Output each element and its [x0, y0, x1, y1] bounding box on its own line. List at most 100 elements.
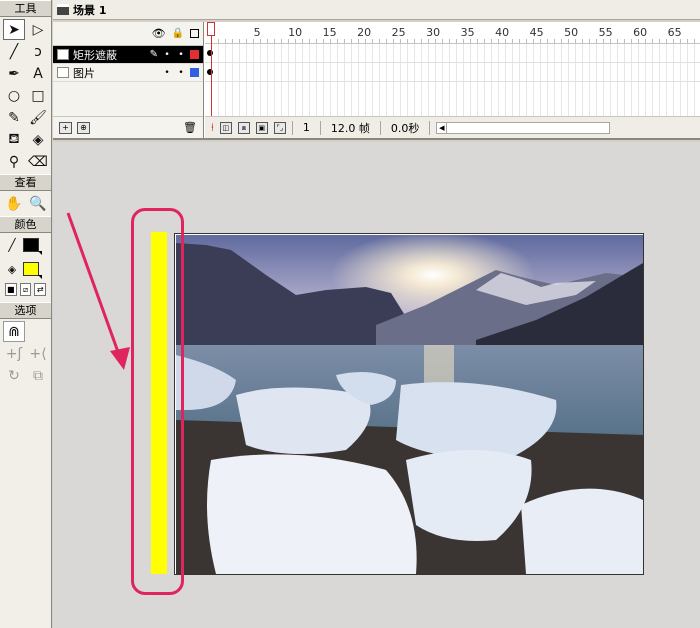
layer-outline-color[interactable]	[190, 50, 199, 59]
playhead[interactable]	[207, 22, 215, 118]
color-options-row: ■ ⧄ ⇄	[0, 281, 51, 298]
view-tool-grid: ✋ 🔍	[0, 191, 51, 216]
ink-bottle-tool[interactable]: ⛾	[3, 129, 25, 150]
layer-name: 图片	[73, 66, 95, 80]
delete-layer-trash-icon[interactable]: 🗑	[183, 121, 197, 134]
visibility-dot[interactable]: •	[162, 68, 172, 78]
frame-ruler[interactable]: 510152025303540455055606570	[205, 22, 700, 44]
layer-header: 👁 🔒	[53, 22, 203, 46]
frame-row-picture[interactable]	[205, 64, 700, 82]
scene-clapper-icon	[57, 4, 69, 15]
timeline-panel: 👁 🔒 矩形遮蔽 ✎ • • 图片 • • + ⊕ 🗑 5 10 15 20 25 30 3	[53, 22, 700, 140]
ruler-tick-label: 40	[495, 26, 510, 39]
lock-icon[interactable]: 🔒	[172, 28, 184, 39]
ruler-tick-label: 30	[426, 26, 441, 39]
swap-colors-icon[interactable]: ⇄	[34, 283, 47, 296]
edit-pencil-icon: ✎	[149, 49, 158, 60]
brush-tool[interactable]: 🖌	[27, 107, 49, 128]
text-tool[interactable]: A	[27, 63, 49, 84]
layer-row-picture[interactable]: 图片 • •	[53, 64, 203, 82]
edit-multiple-frames-icon[interactable]: ▣	[255, 121, 268, 134]
lasso-tool[interactable]: ↄ	[27, 41, 49, 62]
ruler-tick-label: 60	[633, 26, 648, 39]
eraser-tool[interactable]: ⌫	[27, 151, 49, 172]
timeline-status-bar: ⍿ ◫ ⧈ ▣ ⌜⌟ 1 12.0 帧 0.0秒 ◀	[205, 116, 700, 138]
scale-icon[interactable]: ⧉	[27, 365, 49, 386]
default-colors-icon[interactable]: ■	[5, 283, 17, 296]
options-grid: ⋒ +ʃ +⟨ ↻ ⧉	[0, 319, 51, 388]
timeline-scrollbar[interactable]: ◀	[436, 121, 610, 134]
fill-color-row: ◈	[0, 257, 51, 281]
tools-panel: 工具 ➤ ▷ ╱ ↄ ✒ A ○ □ ✎ 🖌 ⛾ ◈ ⚲ ⌫ 查看 ✋ 🔍 颜色 ╱ ◈ ■ ⧄ ⇄ 选项 …	[0, 0, 52, 628]
ruler-tick-label: 15	[322, 26, 337, 39]
hand-tool[interactable]: ✋	[3, 193, 25, 214]
pencil-tool[interactable]: ✎	[3, 107, 25, 128]
ruler-tick-label: 35	[460, 26, 475, 39]
paint-bucket-tool[interactable]: ◈	[27, 129, 49, 150]
divider	[429, 120, 431, 135]
scene-label[interactable]: 场景 1	[73, 2, 106, 18]
stroke-pencil-icon: ╱	[8, 238, 16, 252]
layer-outline-color[interactable]	[190, 68, 199, 77]
playhead-line	[211, 36, 212, 118]
ruler-tick-label: 50	[564, 26, 579, 39]
scene-bar: 场景 1	[53, 0, 700, 20]
outline-icon[interactable]	[190, 29, 199, 38]
rectangle-tool[interactable]: □	[27, 85, 49, 106]
ruler-tick-label: 65	[667, 26, 682, 39]
lock-dot[interactable]: •	[176, 50, 186, 60]
stroke-color-row: ╱	[0, 233, 51, 257]
frame-area[interactable]: 510152025303540455055606570	[205, 22, 700, 118]
view-section-header: 查看	[0, 174, 51, 191]
fill-color-swatch[interactable]	[23, 262, 42, 279]
eyedropper-tool[interactable]: ⚲	[3, 151, 25, 172]
options-empty-slot	[27, 321, 49, 342]
add-guide-layer-icon[interactable]: ⊕	[77, 121, 90, 134]
ruler-tick-label: 10	[288, 26, 303, 39]
lock-dot[interactable]: •	[176, 68, 186, 78]
center-frame-icon[interactable]: ⍿	[211, 121, 214, 135]
layer-list: 👁 🔒 矩形遮蔽 ✎ • • 图片 • • + ⊕ 🗑	[53, 22, 204, 138]
oval-tool[interactable]: ○	[3, 85, 25, 106]
show-hide-eye-icon[interactable]: 👁	[152, 27, 166, 40]
layer-footer: + ⊕ 🗑	[53, 116, 203, 138]
onion-skin-icon[interactable]: ◫	[219, 121, 232, 134]
ruler-tick-label: 5	[253, 26, 261, 39]
layer-row-rect-mask[interactable]: 矩形遮蔽 ✎ • •	[53, 46, 203, 64]
visibility-dot[interactable]: •	[162, 50, 172, 60]
divider	[379, 120, 381, 135]
fill-bucket-icon: ◈	[7, 262, 17, 276]
ruler-tick-label: 25	[391, 26, 406, 39]
ruler-tick-label: 55	[598, 26, 613, 39]
straighten-icon[interactable]: +⟨	[27, 343, 49, 364]
annotation-arrow-icon	[66, 212, 130, 370]
rotate-icon[interactable]: ↻	[3, 365, 25, 386]
scroll-left-arrow-icon[interactable]: ◀	[437, 122, 448, 133]
layer-name: 矩形遮蔽	[73, 48, 117, 62]
frame-rate[interactable]: 12.0 帧	[327, 120, 374, 136]
glacier-photo[interactable]	[176, 235, 643, 574]
tool-grid: ➤ ▷ ╱ ↄ ✒ A ○ □ ✎ 🖌 ⛾ ◈ ⚲ ⌫	[0, 17, 51, 174]
line-tool[interactable]: ╱	[3, 41, 25, 62]
no-color-icon[interactable]: ⧄	[19, 283, 32, 296]
stroke-color-swatch[interactable]	[23, 238, 42, 255]
snap-magnet-icon[interactable]: ⋒	[3, 321, 25, 342]
ruler-tick-label: 20	[357, 26, 372, 39]
modify-markers-icon[interactable]: ⌜⌟	[273, 121, 286, 134]
selection-tool[interactable]: ➤	[3, 19, 25, 40]
ruler-tick-label: 45	[529, 26, 544, 39]
options-section-header: 选项	[0, 302, 51, 319]
divider	[319, 120, 321, 135]
elapsed-time: 0.0秒	[390, 121, 420, 135]
zoom-tool[interactable]: 🔍	[27, 193, 49, 214]
frame-row-rect-mask[interactable]	[205, 45, 700, 63]
layer-icon	[57, 67, 69, 78]
pen-tool[interactable]: ✒	[3, 63, 25, 84]
colors-section-header: 颜色	[0, 216, 51, 233]
playhead-handle[interactable]	[207, 22, 215, 36]
divider	[291, 120, 293, 135]
onion-outline-icon[interactable]: ⧈	[237, 121, 250, 134]
smooth-icon[interactable]: +ʃ	[3, 343, 25, 364]
add-layer-icon[interactable]: +	[59, 121, 72, 134]
subselection-tool[interactable]: ▷	[27, 19, 49, 40]
